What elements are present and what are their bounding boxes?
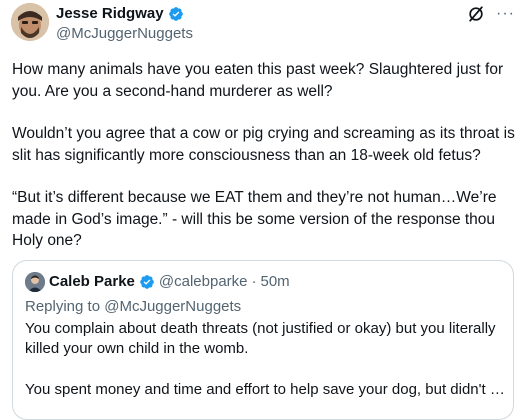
quote-separator: · — [251, 273, 257, 290]
tweet[interactable]: Jesse Ridgway @McJuggerNuggets ··· How m… — [0, 0, 527, 420]
author-handle[interactable]: @McJuggerNuggets — [56, 25, 193, 43]
top-actions: ··· — [466, 4, 515, 24]
author-avatar[interactable] — [11, 3, 49, 41]
quote-author-name[interactable]: Caleb Parke — [49, 273, 135, 291]
avatar-photo-icon — [11, 3, 49, 41]
replying-to-handle[interactable]: @McJuggerNuggets — [104, 298, 241, 315]
quote-paragraph: You complain about death threats (not ju… — [25, 320, 496, 357]
quote-paragraph: You spent money and time and effort to h… — [25, 381, 513, 398]
author-name[interactable]: Jesse Ridgway — [56, 5, 164, 23]
replying-to-label: Replying to — [25, 298, 101, 315]
tweet-paragraph: Wouldn’t you agree that a cow or pig cry… — [12, 125, 515, 164]
quote-header[interactable]: Caleb Parke @calebparke · 50m — [49, 273, 290, 291]
tweet-paragraph: “But it’s different because we EAT them … — [12, 189, 497, 249]
verified-badge-icon — [168, 7, 183, 21]
quote-body: You complain about death threats (not ju… — [25, 319, 513, 419]
tweet-body: How many animals have you eaten this pas… — [12, 59, 520, 273]
tweet-paragraph: How many animals have you eaten this pas… — [12, 61, 504, 100]
quote-verified-badge-icon — [140, 275, 154, 289]
more-dots-icon[interactable]: ··· — [496, 4, 515, 24]
quote-avatar-photo-icon — [25, 272, 45, 292]
grok-icon[interactable] — [466, 4, 486, 24]
quote-timestamp[interactable]: 50m — [261, 273, 290, 291]
quote-tweet-card[interactable]: Caleb Parke @calebparke · 50m Replying t… — [12, 260, 514, 420]
author-name-row[interactable]: Jesse Ridgway — [56, 5, 184, 23]
quote-author-handle[interactable]: @calebparke — [159, 273, 248, 291]
quote-replying-to: Replying to @McJuggerNuggets — [25, 297, 241, 317]
quote-avatar[interactable] — [25, 272, 45, 292]
